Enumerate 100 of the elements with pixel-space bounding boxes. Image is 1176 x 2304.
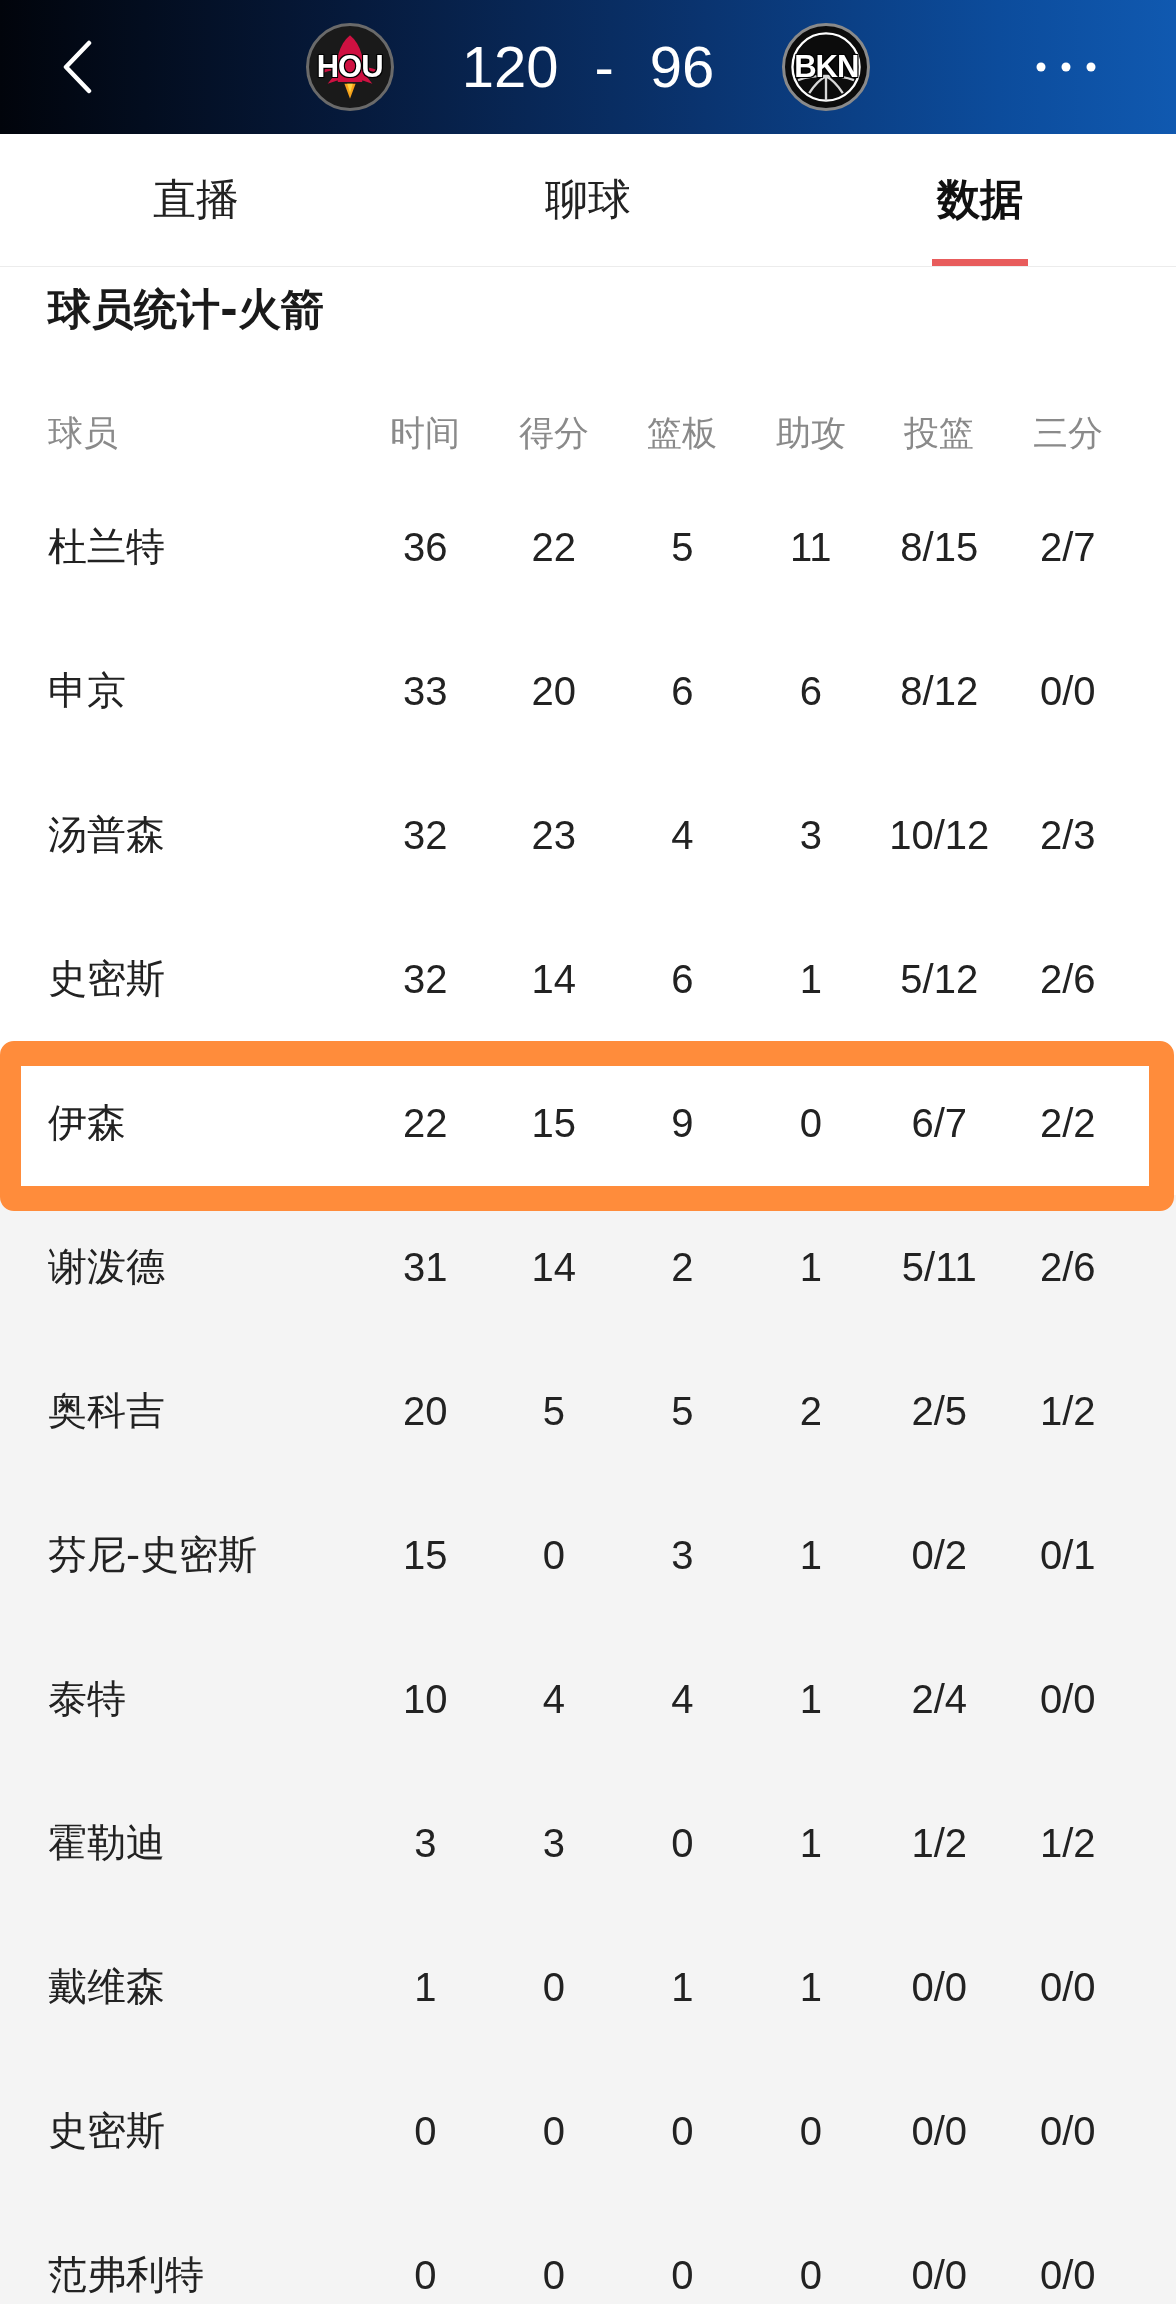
table-cell-text: 0 [671, 2252, 694, 2299]
table-cell-text: 3 [671, 1532, 694, 1579]
tab[interactable]: 聊球 [392, 134, 784, 266]
column-header: 篮板 [647, 412, 718, 455]
table-cell-text: 0 [542, 1964, 565, 2011]
table-cell-text: 5/11 [901, 1244, 977, 1291]
table-cell-text: 6/7 [911, 1100, 968, 1147]
player-name: 谢泼德 [48, 1243, 165, 1291]
player-name: 史密斯 [48, 955, 165, 1003]
table-cell-text: 5 [671, 524, 694, 571]
player-name: 申京 [48, 667, 126, 715]
table-cell-text: 3 [542, 1820, 565, 1867]
table-cell-text: 0 [799, 2252, 822, 2299]
table-cell-text: 0/0 [1039, 1676, 1096, 1723]
player-name: 范弗利特 [48, 2251, 204, 2299]
table-cell-text: 23 [531, 812, 576, 859]
table-cell-text: 0 [542, 1532, 565, 1579]
player-name: 芬尼-史密斯 [48, 1531, 258, 1579]
player-name: 汤普森 [48, 811, 165, 859]
tab[interactable]: 数据 [784, 134, 1176, 266]
table-cell-text: 0/0 [1039, 2108, 1096, 2155]
table-cell-text: 0 [542, 2252, 565, 2299]
table-cell-text: 0 [799, 2108, 822, 2155]
back-icon[interactable] [62, 40, 92, 94]
table-cell-text: 1 [799, 1676, 822, 1723]
table-cell-text: 0/0 [911, 2252, 968, 2299]
table-cell-text: 32 [403, 812, 448, 859]
table-cell-text: 1 [799, 1964, 822, 2011]
table-cell-text: 8/12 [900, 668, 979, 715]
table-cell-text: 2/4 [911, 1676, 968, 1723]
table-cell-text: 2 [799, 1388, 822, 1435]
table-cell-text: 14 [531, 1244, 576, 1291]
table-cell-text: 2/7 [1039, 524, 1096, 571]
table-cell-text: 15 [403, 1532, 448, 1579]
table-cell-text: 9 [671, 1100, 694, 1147]
table-cell-text: 20 [403, 1388, 448, 1435]
player-name: 杜兰特 [48, 523, 165, 571]
table-cell-text: 8/15 [900, 524, 979, 571]
table-cell-text: 1 [799, 1532, 822, 1579]
away-score: 96 [649, 33, 715, 101]
table-cell-text: 6 [671, 668, 694, 715]
table-cell-text: 0 [414, 2108, 437, 2155]
table-cell-text: 1 [671, 1964, 694, 2011]
more-icon[interactable] [1036, 62, 1096, 72]
score-separator: - [594, 33, 614, 101]
table-cell-text: 0 [542, 2108, 565, 2155]
column-header: 时间 [390, 412, 461, 455]
table-cell-text: 4 [671, 812, 694, 859]
table-cell-text: 2 [671, 1244, 694, 1291]
table-cell-text: 5 [671, 1388, 694, 1435]
table-cell-text: 2/3 [1039, 812, 1096, 859]
table-cell-text: 1/2 [1039, 1820, 1096, 1867]
table-cell-text: 1/2 [911, 1820, 968, 1867]
table-cell-text: 0/0 [911, 1964, 968, 2011]
table-cell-text: 0 [671, 2108, 694, 2155]
table-cell-text: 5 [542, 1388, 565, 1435]
table-cell-text: 15 [531, 1100, 576, 1147]
column-header: 投篮 [904, 412, 975, 455]
table-cell-text: 3 [414, 1820, 437, 1867]
column-header: 助攻 [775, 412, 846, 455]
home-score: 120 [461, 33, 559, 101]
table-cell-text: 0/1 [1039, 1532, 1096, 1579]
tab[interactable]: 直播 [0, 134, 392, 266]
table-cell-text: 1 [414, 1964, 437, 2011]
player-name: 史密斯 [48, 2107, 165, 2155]
column-header: 球员 [48, 412, 118, 455]
table-cell-text: 4 [671, 1676, 694, 1723]
table-cell-text: 5/12 [900, 956, 979, 1003]
table-cell-text: 33 [403, 668, 448, 715]
player-name: 泰特 [48, 1675, 126, 1723]
table-cell-text: 3 [799, 812, 822, 859]
table-cell-text: 6 [799, 668, 822, 715]
table-cell-text: 14 [531, 956, 576, 1003]
table-cell-text: 0/2 [911, 1532, 968, 1579]
table-cell-text: 10/12 [889, 812, 990, 859]
table-cell-text: 6 [671, 956, 694, 1003]
table-cell-text: 2/6 [1039, 956, 1096, 1003]
table-cell-text: 32 [403, 956, 448, 1003]
table-cell-text: 11 [790, 524, 832, 571]
column-header: 得分 [518, 412, 589, 455]
team-abbreviation: BKN [794, 50, 859, 84]
table-cell-text: 31 [403, 1244, 448, 1291]
table-cell-text: 0/0 [1039, 2252, 1096, 2299]
column-header: 三分 [1032, 412, 1103, 455]
table-cell-text: 0/0 [911, 2108, 968, 2155]
table-cell-text: 36 [403, 524, 448, 571]
table-cell-text: 22 [403, 1100, 448, 1147]
player-name: 伊森 [48, 1099, 126, 1147]
table-cell-text: 1 [799, 1244, 822, 1291]
table-cell-text: 2/6 [1039, 1244, 1096, 1291]
section-title: 球员统计-火箭 [48, 283, 324, 336]
table-cell-text: 0/0 [1039, 668, 1096, 715]
table-cell-text: 0 [799, 1100, 822, 1147]
table-cell-text: 0 [414, 2252, 437, 2299]
table-cell-text: 1/2 [1039, 1388, 1096, 1435]
table-cell-text: 1 [799, 1820, 822, 1867]
table-cell-text: 20 [531, 668, 576, 715]
player-name: 霍勒迪 [48, 1819, 165, 1867]
table-cell-text: 22 [531, 524, 576, 571]
table-cell-text: 2/5 [911, 1388, 968, 1435]
